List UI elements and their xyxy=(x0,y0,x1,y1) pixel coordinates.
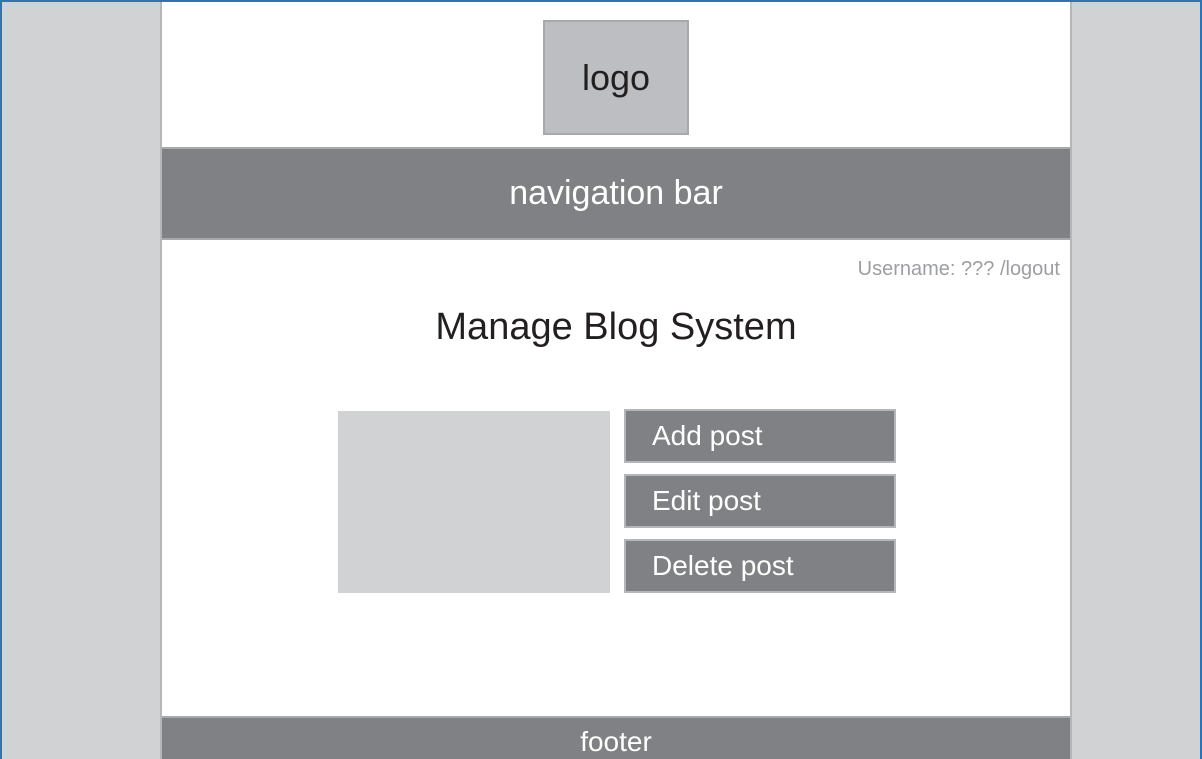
edit-post-button[interactable]: Edit post xyxy=(624,474,896,528)
browser-frame: logo navigation bar Username: ??? /logou… xyxy=(0,0,1202,759)
navigation-bar[interactable]: navigation bar xyxy=(162,147,1070,240)
page-title: Manage Blog System xyxy=(435,306,797,348)
logout-link[interactable]: /logout xyxy=(1000,258,1060,280)
username-text: Username: ??? xyxy=(857,258,1000,280)
add-post-button[interactable]: Add post xyxy=(624,409,896,463)
user-info: Username: ??? /logout xyxy=(858,258,1060,281)
footer: footer xyxy=(162,716,1070,759)
logo-label: logo xyxy=(581,56,651,98)
footer-label: footer xyxy=(580,726,652,757)
page-container: logo navigation bar Username: ??? /logou… xyxy=(160,2,1072,759)
logo[interactable]: logo xyxy=(543,20,689,135)
edit-post-label: Edit post xyxy=(652,485,761,516)
delete-post-button[interactable]: Delete post xyxy=(624,539,896,593)
delete-post-label: Delete post xyxy=(652,550,794,581)
add-post-label: Add post xyxy=(652,420,763,451)
navigation-bar-label: navigation bar xyxy=(509,174,723,212)
image-placeholder xyxy=(338,411,610,593)
